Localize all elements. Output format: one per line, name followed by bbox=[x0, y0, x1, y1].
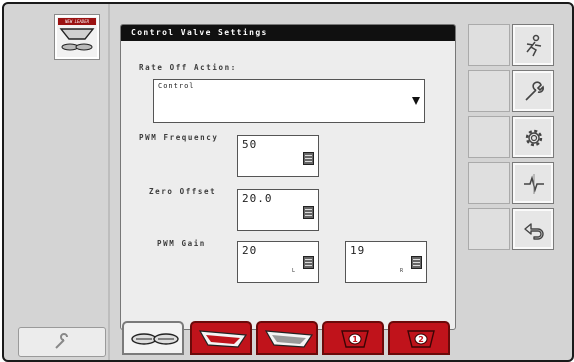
pwm-gain-left-value: 20 bbox=[242, 244, 258, 257]
zero-offset-field[interactable]: 20.0 bbox=[237, 189, 319, 231]
keypad-icon bbox=[411, 256, 422, 269]
keypad-icon bbox=[303, 152, 314, 165]
back-button[interactable] bbox=[512, 208, 554, 250]
pwm-frequency-value: 50 bbox=[242, 138, 258, 151]
blank-softkey bbox=[468, 24, 510, 66]
product-2-number: 2 bbox=[418, 335, 424, 344]
settings-button[interactable] bbox=[512, 116, 554, 158]
wrench-icon bbox=[55, 333, 68, 349]
back-icon bbox=[524, 223, 544, 240]
bin-red-icon bbox=[198, 330, 248, 348]
pwm-gain-left-field[interactable]: 20 L bbox=[237, 241, 319, 283]
pwm-gain-label: PWM Gain bbox=[157, 239, 206, 248]
tab-product-2[interactable]: 2 bbox=[388, 321, 450, 355]
wrench-icon bbox=[525, 81, 544, 101]
product-1-icon: 1 bbox=[341, 330, 369, 348]
logo-text: NEW LEADER bbox=[64, 19, 90, 24]
pwm-gain-right-value: 19 bbox=[350, 244, 366, 257]
blank-softkey bbox=[468, 162, 510, 204]
rate-off-dropdown[interactable]: Control bbox=[153, 79, 425, 123]
tab-bin-2[interactable] bbox=[256, 321, 318, 355]
pwm-frequency-field[interactable]: 50 bbox=[237, 135, 319, 177]
operator-icon bbox=[526, 34, 542, 57]
gear-icon bbox=[525, 129, 543, 147]
pwm-gain-left-sub: L bbox=[292, 268, 296, 274]
diagnostics-button[interactable] bbox=[512, 162, 554, 204]
blank-softkey bbox=[468, 208, 510, 250]
product-tabs: 1 2 bbox=[120, 319, 460, 357]
tab-product-1[interactable]: 1 bbox=[322, 321, 384, 355]
wrench-tool-button[interactable] bbox=[18, 327, 106, 357]
left-separator bbox=[108, 4, 110, 360]
operator-button[interactable] bbox=[512, 24, 554, 66]
pwm-frequency-label: PWM Frequency bbox=[139, 133, 219, 142]
control-valve-panel: Control Valve Settings Rate Off Action: … bbox=[120, 24, 456, 330]
rate-off-value: Control bbox=[158, 82, 195, 90]
tab-bin-1[interactable] bbox=[190, 321, 252, 355]
screen-frame: NEW LEADER Control Valve Settings Rate O… bbox=[2, 2, 574, 362]
pwm-gain-right-sub: R bbox=[400, 268, 404, 274]
machine-logo-button[interactable]: NEW LEADER bbox=[54, 14, 100, 60]
dropdown-arrow-icon bbox=[412, 97, 420, 105]
bin-gray-icon bbox=[264, 330, 314, 348]
zero-offset-value: 20.0 bbox=[242, 192, 273, 205]
product-1-number: 1 bbox=[352, 335, 358, 344]
diagnostics-icon bbox=[524, 174, 544, 194]
panel-title: Control Valve Settings bbox=[121, 25, 455, 41]
blank-softkey bbox=[468, 70, 510, 112]
spreader-icon bbox=[59, 28, 95, 51]
rate-off-label: Rate Off Action: bbox=[139, 63, 237, 72]
tab-spinners[interactable] bbox=[122, 321, 184, 355]
keypad-icon bbox=[303, 206, 314, 219]
pwm-gain-right-field[interactable]: 19 R bbox=[345, 241, 427, 283]
spinner-discs-icon bbox=[131, 333, 179, 345]
product-2-icon: 2 bbox=[407, 330, 435, 348]
tools-button[interactable] bbox=[512, 70, 554, 112]
keypad-icon bbox=[303, 256, 314, 269]
zero-offset-label: Zero Offset bbox=[149, 187, 217, 196]
blank-softkey bbox=[468, 116, 510, 158]
left-column: NEW LEADER bbox=[4, 4, 108, 360]
